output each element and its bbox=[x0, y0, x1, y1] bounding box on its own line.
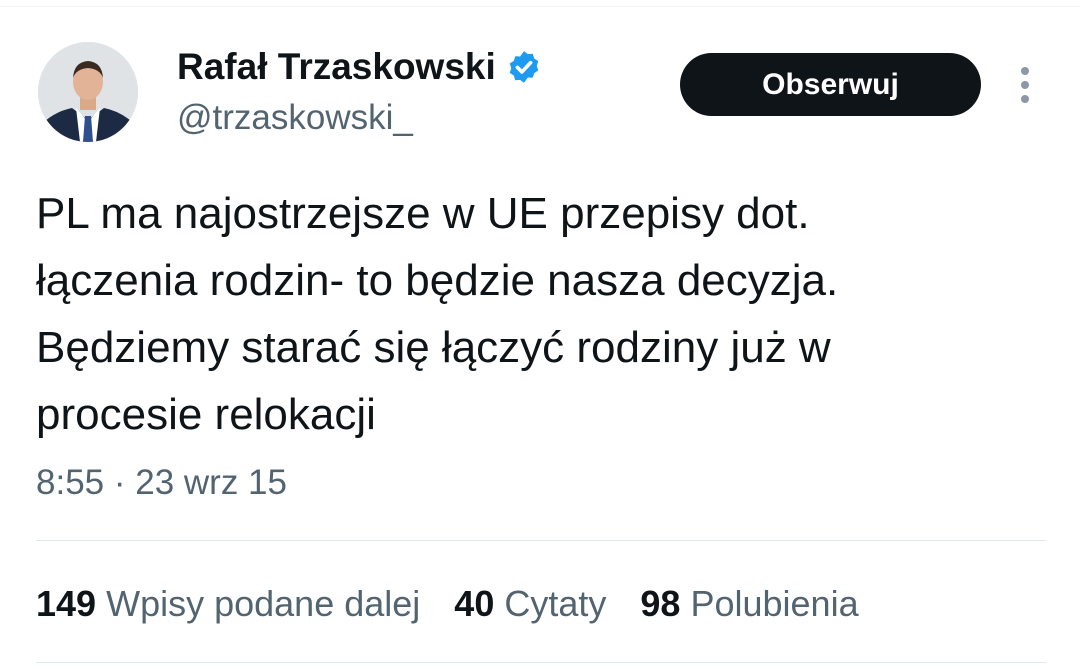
top-divider bbox=[0, 6, 1080, 7]
tweet-text-line: łączenia rodzin- to będzie nasza decyzja… bbox=[36, 256, 839, 305]
stat-label: Wpisy podane dalej bbox=[106, 583, 421, 624]
stat-label: Polubienia bbox=[690, 583, 859, 624]
engagement-stats: 149 Wpisy podane dalej 40 Cytaty 98 Polu… bbox=[36, 582, 893, 626]
stat-likes[interactable]: 98 Polubienia bbox=[640, 582, 858, 626]
tweet-text: PL ma najostrzejsze w UE przepisy dot. ł… bbox=[36, 180, 1046, 448]
divider bbox=[36, 662, 1046, 663]
author-handle[interactable]: @trzaskowski_ bbox=[177, 96, 413, 140]
author-display-name-row[interactable]: Rafał Trzaskowski bbox=[177, 44, 542, 90]
follow-button[interactable]: Obserwuj bbox=[680, 53, 981, 116]
tweet-text-line: PL ma najostrzejsze w UE przepisy dot. bbox=[36, 189, 810, 238]
tweet-text-line: procesie relokacji bbox=[36, 390, 376, 439]
divider bbox=[36, 540, 1046, 541]
stat-count: 98 bbox=[640, 583, 681, 624]
stat-quotes[interactable]: 40 Cytaty bbox=[454, 582, 606, 626]
stat-count: 149 bbox=[36, 583, 97, 624]
tweet-time[interactable]: 8:55 bbox=[36, 463, 104, 502]
tweet-text-line: Będziemy starać się łączyć rodziny już w bbox=[36, 323, 831, 372]
verified-badge-icon bbox=[506, 49, 542, 85]
tweet-date[interactable]: 23 wrz 15 bbox=[135, 463, 287, 502]
author-display-name[interactable]: Rafał Trzaskowski bbox=[177, 44, 496, 90]
avatar-image bbox=[38, 42, 138, 142]
stat-label: Cytaty bbox=[504, 583, 607, 624]
more-vertical-icon[interactable] bbox=[1010, 64, 1040, 108]
tweet-timestamp[interactable]: 8:55 · 23 wrz 15 bbox=[36, 461, 287, 505]
stat-count: 40 bbox=[454, 583, 495, 624]
stat-reposts[interactable]: 149 Wpisy podane dalej bbox=[36, 582, 420, 626]
meta-separator: · bbox=[113, 463, 126, 502]
avatar[interactable] bbox=[38, 42, 138, 142]
